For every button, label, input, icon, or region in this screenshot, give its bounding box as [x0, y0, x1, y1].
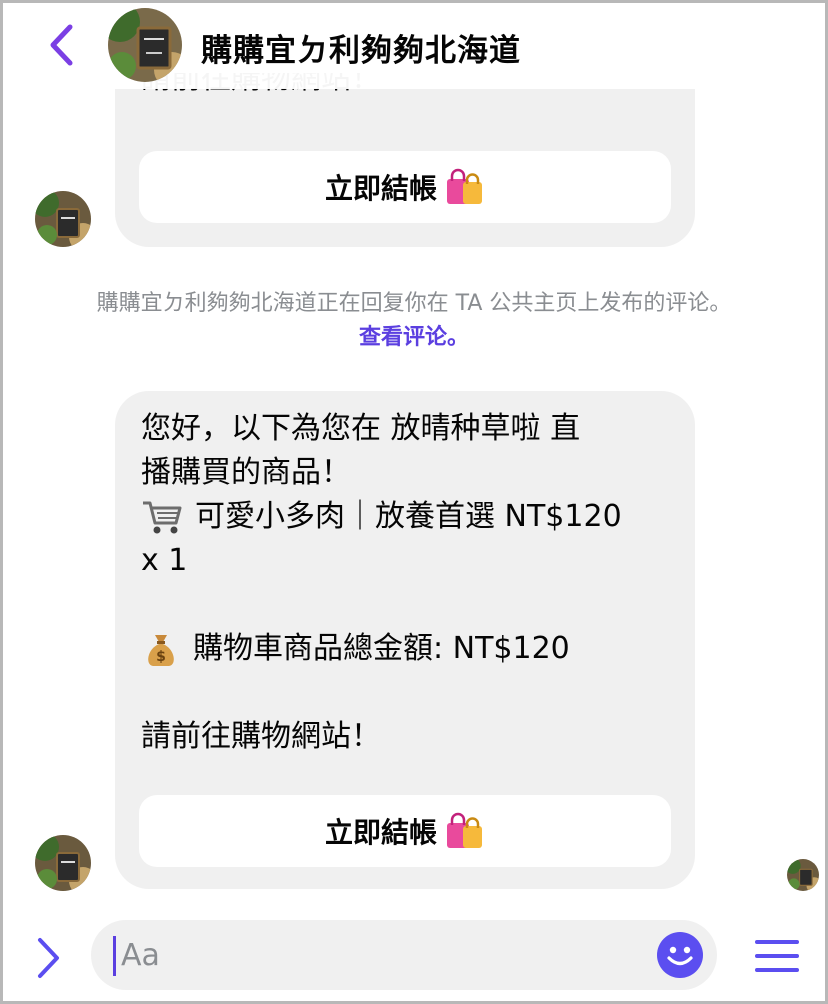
sender-avatar[interactable] [35, 835, 91, 891]
composer-bar [3, 908, 825, 1001]
menu-icon-bar [755, 954, 799, 958]
expand-actions-button[interactable] [31, 936, 67, 980]
emoji-button[interactable] [657, 932, 703, 978]
message-input[interactable] [121, 930, 641, 980]
message-text: 您好，以下為您在 放晴种草啦 直 播購買的商品！ 可愛小多肉｜放養首選 NT$1… [141, 407, 681, 759]
message-bubble: 您好，以下為您在 放晴种草啦 直 播購買的商品！ 可愛小多肉｜放養首選 NT$1… [115, 391, 695, 889]
message-line: 請前往購物網站！ [141, 719, 381, 754]
smiley-icon [667, 946, 693, 966]
chat-header: 購購宜ㄉ利夠夠北海道 [3, 3, 825, 89]
chevron-right-icon [38, 938, 59, 978]
read-receipt-avatar [787, 859, 819, 891]
message-line: 您好，以下為您在 放晴种草啦 直 [141, 411, 581, 446]
chat-title: 購購宜ㄉ利夠夠北海道 [201, 33, 521, 69]
message-line-empty [141, 671, 681, 715]
svg-text:$: $ [156, 649, 166, 665]
text-caret [113, 936, 116, 976]
message-line: 播購買的商品！ [141, 455, 351, 490]
message-line: x 1 [141, 543, 188, 578]
message-input-container[interactable] [91, 920, 717, 990]
shopping-bags-icon [445, 167, 485, 207]
message-line-cart: 可愛小多肉｜放養首選 NT$120 [141, 495, 681, 539]
checkout-button[interactable]: 立即結帳 [139, 795, 671, 867]
money-bag-icon: $ [141, 629, 181, 669]
checkout-button-label: 立即結帳 [324, 816, 437, 849]
message-line-empty [141, 583, 681, 627]
back-button[interactable] [41, 21, 81, 69]
chevron-left-icon [50, 24, 73, 66]
header-avatar[interactable] [108, 8, 182, 82]
view-comment-link[interactable]: 查看评论。 [3, 321, 825, 355]
shopping-cart-icon [141, 497, 183, 537]
checkout-button[interactable]: 立即結帳 [139, 151, 671, 223]
menu-button[interactable] [751, 936, 805, 980]
checkout-button-label: 立即結帳 [324, 172, 437, 205]
message-line-total: $ 購物車商品總金額: NT$120 [141, 627, 681, 671]
shopping-bags-icon [445, 811, 485, 851]
sender-avatar[interactable] [35, 191, 91, 247]
chat-window: 請前往購物網站！ 立即結帳 購購宜ㄉ利夠夠北海道正在回复你在 TA 公 [0, 0, 828, 1004]
menu-icon-bar [755, 940, 799, 944]
reply-notice: 購購宜ㄉ利夠夠北海道正在回复你在 TA 公共主页上发布的评论。 [96, 291, 732, 316]
menu-icon-bar [755, 968, 799, 972]
